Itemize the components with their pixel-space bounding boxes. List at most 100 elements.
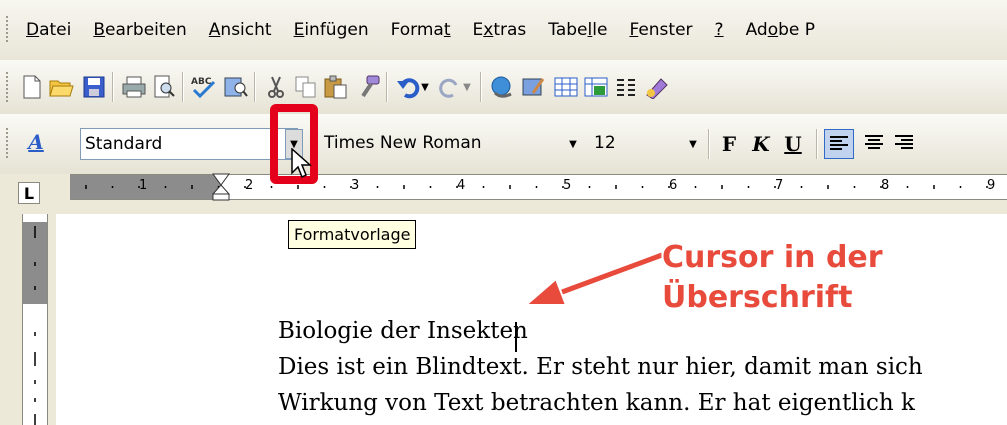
separator [112,72,113,102]
style-combobox[interactable]: Standard [80,128,298,160]
font-value: Times New Roman [324,133,482,153]
text-cursor [515,322,517,352]
menu-bar: Datei Bearbeiten Ansicht Einfügen Format Extr… [0,0,1007,61]
ruler-number: 2 [245,178,254,193]
menu-item[interactable]: Format [391,20,451,40]
toolbar-grip[interactable] [6,72,10,102]
separator [254,72,255,102]
ruler-number: 9 [987,178,996,193]
ruler-number: 7 [775,178,784,193]
menu-item-label: be P [778,20,815,40]
print-icon[interactable] [120,73,148,101]
annotation-text: Cursor in der Überschrift [662,238,883,318]
font-dropdown-button[interactable]: ▼ [564,129,582,159]
tab-selector-icon[interactable]: L [18,182,40,204]
style-value: Standard [85,134,163,154]
menu-item[interactable]: ? [715,20,724,40]
redo-dropdown-icon[interactable]: ▼ [460,73,474,101]
vertical-ruler[interactable] [22,214,48,425]
format-painter-icon[interactable] [354,73,382,101]
menu-item[interactable]: Extras [473,20,527,40]
document-heading[interactable]: Biologie der Insekten [278,318,528,344]
print-preview-icon[interactable] [150,73,178,101]
align-left-icon[interactable] [824,129,854,159]
underline-button[interactable]: U [780,129,806,159]
align-right-icon[interactable] [890,129,918,157]
standard-toolbar: ABC ▼ ▼ [0,60,1007,115]
columns-icon[interactable] [612,73,640,101]
menu-item[interactable]: Einfügen [294,20,369,40]
font-size-dropdown-button[interactable]: ▼ [684,129,702,159]
annotation-line: Überschrift [662,280,853,315]
menu-grip[interactable] [6,16,10,42]
menu-item-accelerator: ? [714,20,724,40]
menu-item-label: Tabe [548,20,588,40]
undo-dropdown-icon[interactable]: ▼ [418,73,432,101]
menu-item-accelerator: B [93,20,106,40]
bold-button[interactable]: F [716,129,742,159]
styles-formatting-icon[interactable]: A [22,128,50,156]
separator [708,129,709,159]
ruler-number: 1 [139,178,148,193]
menu-item-label: atei [39,20,72,40]
menu-item[interactable]: Ansicht [209,20,272,40]
ruler-number: 5 [563,178,572,193]
menu-item[interactable]: Bearbeiten [93,20,186,40]
menu-item-label: tras [493,20,527,40]
copy-icon[interactable] [292,73,320,101]
menu-item-accelerator: F [629,20,639,40]
menu-item-accelerator: A [208,20,221,40]
menu-item-accelerator: t [443,20,451,40]
hyperlink-icon[interactable] [488,73,516,101]
open-folder-icon[interactable] [48,73,76,101]
tooltip: Formatvorlage [288,220,417,249]
save-icon[interactable] [80,73,108,101]
chevron-down-icon: ▼ [689,138,697,150]
menu-item-label: Ad [745,20,768,40]
separator [816,129,817,159]
ruler-area: 1 2 3 4 5 6 7 8 9 [0,173,1007,214]
ruler-number: 4 [457,178,466,193]
italic-button[interactable]: K [748,129,774,159]
horizontal-ruler[interactable]: 1 2 3 4 5 6 7 8 9 [70,173,1007,201]
ruler-number: 6 [669,178,678,193]
chevron-down-icon: ▼ [569,138,577,150]
cut-icon[interactable] [262,73,290,101]
font-size-value: 12 [594,133,616,153]
menu-item-accelerator: o [767,20,779,40]
separator [182,72,183,102]
menu-items: Datei Bearbeiten Ansicht Einfügen Format Extr… [26,20,837,40]
menu-item-accelerator: x [483,20,494,40]
toolbar-grip[interactable] [6,128,10,160]
ruler-number: 3 [351,178,360,193]
menu-item-label: le [592,20,608,40]
insert-table-icon[interactable] [552,73,580,101]
spell-check-icon[interactable]: ABC [190,73,218,101]
tables-borders-icon[interactable] [520,73,548,101]
insert-excel-icon[interactable] [582,73,610,101]
formatting-toolbar: A Standard ▼ Times New Roman ▼ 12 ▼ F K … [0,114,1007,175]
indent-marker-icon[interactable] [210,173,232,201]
annotation-line: Cursor in der [662,240,883,275]
research-icon[interactable] [222,73,250,101]
vertical-ruler-ticks [34,226,36,425]
menu-item-label: Forma [390,20,444,40]
new-document-icon[interactable] [18,73,46,101]
ruler-number: 8 [881,178,890,193]
menu-item[interactable]: Datei [26,20,71,40]
menu-item[interactable]: Adobe P [746,20,815,40]
document-line[interactable]: Wirkung von Text betrachten kann. Er hat… [278,390,915,416]
font-combobox[interactable]: Times New Roman [320,128,582,160]
drawing-icon[interactable] [642,73,670,101]
menu-item[interactable]: Tabelle [548,20,607,40]
menu-item-label: earbeiten [105,20,187,40]
menu-item[interactable]: Fenster [629,20,692,40]
mouse-pointer-icon [291,148,312,179]
menu-item-label: infügen [304,20,369,40]
align-center-icon[interactable] [860,129,888,157]
menu-item-label: nsicht [220,20,272,40]
separator [480,72,481,102]
document-line[interactable]: Dies ist ein Blindtext. Er steht nur hie… [278,354,923,380]
paste-icon[interactable] [322,73,350,101]
annotation-arrow-icon [523,250,664,306]
